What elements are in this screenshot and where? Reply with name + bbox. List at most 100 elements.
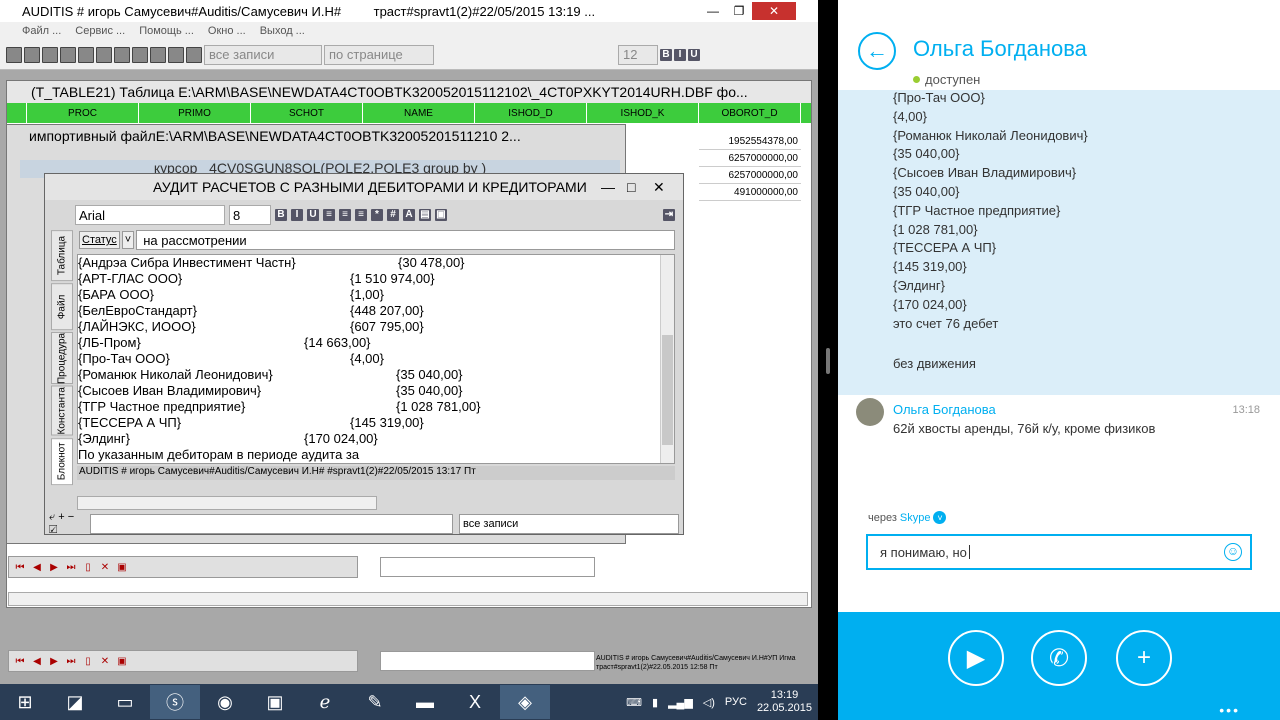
maximize-button[interactable]: □ (627, 179, 653, 195)
save-icon[interactable]: ▣ (115, 560, 129, 574)
next-record-icon[interactable]: ▶ (47, 560, 61, 574)
toolbar-icon[interactable] (168, 46, 184, 63)
table-cell[interactable]: 6257000000,00 (699, 150, 801, 167)
notes-app-icon[interactable]: ✎ (350, 685, 400, 719)
search-icon[interactable] (114, 46, 130, 63)
column-header[interactable]: SCHOT (251, 103, 363, 123)
clock[interactable]: 13:19 22.05.2015 (757, 689, 812, 715)
special-char-icon[interactable]: * (371, 209, 383, 221)
ie-app-icon[interactable]: ℯ (300, 685, 350, 719)
records-select[interactable]: все записи (204, 44, 322, 65)
align-left-icon[interactable]: ≡ (323, 209, 335, 221)
folder-app-icon[interactable]: ▬ (400, 685, 450, 719)
font-size-select[interactable]: 8 (229, 205, 271, 225)
table-hscroll[interactable] (8, 592, 808, 606)
menu-file[interactable]: Файл ... (22, 25, 61, 37)
status-field[interactable]: на рассмотрении (136, 230, 675, 250)
minimize-button[interactable]: — (700, 2, 726, 20)
message-input[interactable]: я понимаю, но ☺ (866, 534, 1252, 570)
volume-icon[interactable]: ◁) (703, 696, 715, 709)
table-cell[interactable]: 1952554378,00 (699, 133, 801, 150)
align-right-icon[interactable]: ≡ (355, 209, 367, 221)
nav-field-2[interactable] (380, 651, 595, 671)
column-header[interactable]: ISHOD_D (475, 103, 587, 123)
prev-record-icon[interactable]: ◀ (30, 560, 44, 574)
print-icon[interactable]: ▤ (419, 209, 431, 221)
vertical-scrollbar[interactable] (660, 255, 674, 463)
per-page-select[interactable]: по странице (324, 44, 434, 65)
network-icon[interactable]: ▂▄▆ (668, 696, 693, 709)
first-record-icon[interactable]: ⏮ (13, 560, 27, 574)
menu-help[interactable]: Помощь ... (139, 25, 194, 37)
new-record-icon[interactable]: ▯ (81, 560, 95, 574)
tab-file[interactable]: Файл (51, 283, 73, 331)
font-size-select[interactable]: 12 (618, 44, 658, 65)
keyboard-icon[interactable]: ⌨ (626, 696, 642, 709)
scroll-thumb[interactable] (662, 335, 673, 445)
more-options-icon[interactable]: ••• (1219, 702, 1240, 718)
text-color-icon[interactable]: A (403, 209, 415, 221)
notepad-text-area[interactable]: {Андрэа Сибра Инвестимент Частн} {30 478,… (77, 254, 675, 464)
delete-record-icon[interactable]: ✕ (98, 654, 112, 668)
start-button[interactable]: ⊞ (0, 685, 50, 719)
tab-table[interactable]: Таблица (51, 230, 73, 282)
menu-window[interactable]: Окно ... (208, 25, 246, 37)
toolbar-icon[interactable] (96, 46, 112, 63)
last-record-icon[interactable]: ⏭ (64, 654, 78, 668)
minimize-button[interactable]: — (601, 179, 627, 195)
exit-icon[interactable]: ⇥ (663, 209, 675, 221)
save-icon[interactable]: ▣ (115, 654, 129, 668)
toolbar-icon[interactable] (6, 46, 22, 63)
last-record-icon[interactable]: ⏭ (64, 560, 78, 574)
font-name-select[interactable]: Arial (75, 205, 225, 225)
grid-icon[interactable]: # (387, 209, 399, 221)
tab-procedure[interactable]: Процедура (51, 332, 73, 385)
emoticon-icon[interactable]: ☺ (1224, 543, 1242, 561)
table-cell[interactable]: 6257000000,00 (699, 167, 801, 184)
auditis-app-icon[interactable]: ◈ (500, 685, 550, 719)
bottom-records-select[interactable]: все записи (459, 514, 679, 534)
archive-app-icon[interactable]: ◪ (50, 685, 100, 719)
voice-call-button[interactable]: ✆ (1031, 630, 1087, 686)
via-skype[interactable]: через Skype ˅ (868, 511, 947, 524)
save-icon[interactable]: ▣ (435, 209, 447, 221)
split-divider[interactable] (818, 0, 838, 720)
toolbar-icon[interactable] (186, 46, 202, 63)
menu-service[interactable]: Сервис ... (75, 25, 125, 37)
tab-constant[interactable]: Константа (51, 386, 73, 436)
bottom-input[interactable] (89, 514, 454, 534)
column-header[interactable]: PRIMO (139, 103, 251, 123)
bold-icon[interactable]: B (275, 209, 287, 221)
excel-app-icon[interactable]: X (450, 685, 500, 719)
save-app-icon[interactable]: ▣ (250, 685, 300, 719)
column-header[interactable]: ISHOD_K (587, 103, 699, 123)
underline-icon[interactable]: U (688, 48, 700, 61)
chevron-down-icon[interactable]: ˅ (121, 231, 135, 249)
chevron-down-icon[interactable]: ˅ (933, 511, 947, 524)
tab-notepad[interactable]: Блокнот (51, 437, 73, 485)
chrome-app-icon[interactable]: ◉ (200, 685, 250, 719)
toolbar-icon[interactable] (42, 46, 58, 63)
add-button[interactable]: + (1116, 630, 1172, 686)
split-grip[interactable] (826, 348, 830, 374)
nav-field[interactable] (380, 557, 595, 577)
battery-icon[interactable]: ▮ (652, 696, 658, 709)
toolbar-icon[interactable] (78, 46, 94, 63)
computer-app-icon[interactable]: ▭ (100, 685, 150, 719)
column-header[interactable]: OBOROT_D (699, 103, 801, 123)
prev-record-icon[interactable]: ◀ (30, 654, 44, 668)
new-record-icon[interactable]: ▯ (81, 654, 95, 668)
close-button[interactable]: ✕ (653, 179, 683, 196)
menu-exit[interactable]: Выход ... (260, 25, 305, 37)
maximize-button[interactable]: ❐ (726, 2, 752, 20)
table-cell[interactable]: 491000000,00 (699, 184, 801, 201)
delete-record-icon[interactable]: ✕ (98, 560, 112, 574)
column-header[interactable]: NAME (363, 103, 475, 123)
align-center-icon[interactable]: ≡ (339, 209, 351, 221)
toolbar-icon[interactable] (24, 46, 40, 63)
back-arrow-icon[interactable]: ← (858, 32, 896, 70)
toolbar-icon[interactable] (132, 46, 148, 63)
first-record-icon[interactable]: ⏮ (13, 654, 27, 668)
next-record-icon[interactable]: ▶ (47, 654, 61, 668)
add-remove-controls[interactable]: ⤶ + − ☑ (49, 511, 84, 537)
